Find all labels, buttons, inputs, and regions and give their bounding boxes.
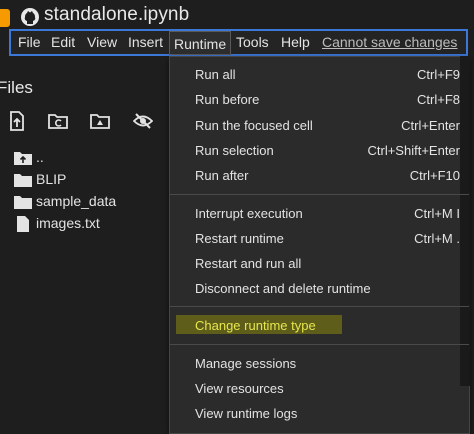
menu-item-run-all[interactable]: Run all Ctrl+F9 [195, 67, 467, 82]
folder-icon [14, 174, 32, 187]
menu-separator [170, 194, 469, 195]
menu-item-label: Run after [195, 168, 249, 183]
menu-runtime[interactable]: Runtime [169, 31, 232, 55]
menu-item-restart-and-run-all[interactable]: Restart and run all [195, 256, 467, 271]
menu-item-label: Run all [195, 67, 236, 82]
menu-item-run-after[interactable]: Run after Ctrl+F10 [195, 168, 467, 183]
menu-item-shortcut: Ctrl+F9 [417, 67, 460, 82]
menu-edit[interactable]: Edit [51, 34, 75, 50]
menu-item-shortcut: Ctrl+Enter [401, 118, 460, 133]
menu-item-view-runtime-logs[interactable]: View runtime logs [195, 406, 467, 421]
menu-item-label: Change runtime type [195, 318, 316, 333]
refresh-folder-icon[interactable] [48, 111, 68, 131]
menu-item-shortcut: Ctrl+M . [414, 231, 460, 246]
menu-item-label: Run the focused cell [195, 118, 313, 133]
menu-insert[interactable]: Insert [128, 34, 163, 50]
menu-item-view-resources[interactable]: View resources [195, 381, 467, 396]
menu-item-change-runtime-type[interactable]: Change runtime type [195, 318, 467, 333]
menu-item-label: Restart and run all [195, 256, 302, 271]
menu-tools[interactable]: Tools [236, 34, 269, 50]
cannot-save-link[interactable]: Cannot save changes [322, 34, 457, 50]
menu-item-restart-runtime[interactable]: Restart runtime Ctrl+M . [195, 231, 467, 246]
folder-icon [14, 196, 32, 209]
menu-item-label: Manage sessions [195, 356, 297, 371]
file-icon [17, 216, 29, 232]
menu-item-disconnect-delete-runtime[interactable]: Disconnect and delete runtime [195, 281, 467, 296]
parent-folder-icon [14, 152, 32, 165]
files-panel-title: Files [0, 78, 33, 97]
colab-logo [0, 9, 10, 27]
menu-item-manage-sessions[interactable]: Manage sessions [195, 356, 467, 371]
menu-item-run-selection[interactable]: Run selection Ctrl+Shift+Enter [195, 143, 467, 158]
menu-separator [170, 344, 469, 345]
tree-item-label: BLIP [36, 171, 67, 187]
menu-file[interactable]: File [18, 34, 41, 50]
menu-view[interactable]: View [87, 34, 117, 50]
menu-item-shortcut: Ctrl+F10 [409, 168, 460, 183]
menu-item-run-focused-cell[interactable]: Run the focused cell Ctrl+Enter [195, 118, 467, 133]
github-icon [21, 8, 39, 26]
menu-item-shortcut: Ctrl+M I [414, 206, 460, 221]
menu-item-label: Disconnect and delete runtime [195, 281, 371, 296]
upload-file-icon[interactable] [7, 111, 27, 131]
tree-item-label: sample_data [36, 193, 117, 209]
menu-item-label: View resources [195, 381, 284, 396]
notebook-title[interactable]: standalone.ipynb [44, 4, 189, 26]
menu-item-label: Restart runtime [195, 231, 284, 246]
menu-help[interactable]: Help [281, 34, 310, 50]
menu-item-shortcut: Ctrl+Shift+Enter [367, 143, 461, 158]
menu-item-label: Run before [195, 92, 260, 107]
menu-item-label: Interrupt execution [195, 206, 303, 221]
menu-item-interrupt-execution[interactable]: Interrupt execution Ctrl+M I [195, 206, 467, 221]
tree-item-label: images.txt [36, 215, 100, 231]
menu-item-label: Run selection [195, 143, 274, 158]
tree-item-label: .. [36, 149, 44, 165]
drive-folder-icon[interactable] [90, 111, 110, 131]
menu-separator [170, 306, 469, 307]
menu-item-label: View runtime logs [195, 406, 298, 421]
hide-files-icon[interactable] [133, 111, 153, 131]
menu-item-shortcut: Ctrl+F8 [417, 92, 460, 107]
menu-item-run-before[interactable]: Run before Ctrl+F8 [195, 92, 467, 107]
